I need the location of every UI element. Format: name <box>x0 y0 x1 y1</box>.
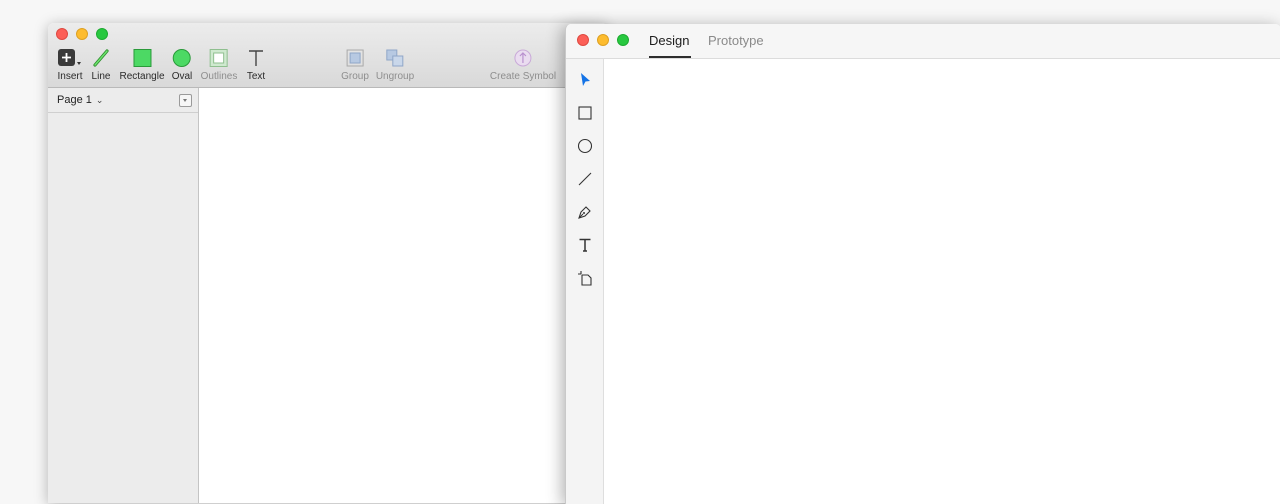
close-button[interactable] <box>577 34 589 46</box>
group-icon <box>341 47 369 69</box>
symbol-icon <box>490 47 556 69</box>
outlines-label: Outlines <box>200 71 238 82</box>
sketch-toolbar: Insert Line Rectangle Oval Outlines Text… <box>48 23 608 88</box>
chevron-down-icon: ⌄ <box>95 94 104 105</box>
oval-label: Oval <box>171 71 193 82</box>
text-tool-button[interactable] <box>575 235 595 255</box>
insert-icon <box>56 47 84 69</box>
tab-design[interactable]: Design <box>649 24 691 58</box>
sketch-canvas[interactable] <box>199 88 608 503</box>
xd-window: Design Prototype <box>565 24 1280 504</box>
tab-prototype-label: Prototype <box>708 33 764 48</box>
insert-button[interactable]: Insert <box>56 47 84 82</box>
text-label: Text <box>246 71 266 82</box>
window-controls <box>56 28 108 40</box>
zoom-button[interactable] <box>96 28 108 40</box>
zoom-button[interactable] <box>617 34 629 46</box>
close-button[interactable] <box>56 28 68 40</box>
line-tool-button[interactable]: Line <box>91 47 111 82</box>
sketch-window: Insert Line Rectangle Oval Outlines Text… <box>48 23 608 503</box>
line-icon <box>578 172 592 186</box>
line-tool-button[interactable] <box>575 169 595 189</box>
xd-titlebar: Design Prototype <box>566 24 1280 59</box>
artboard-icon <box>578 271 592 286</box>
insert-label: Insert <box>57 71 83 82</box>
minimize-button[interactable] <box>597 34 609 46</box>
pen-icon <box>578 206 591 219</box>
xd-canvas[interactable] <box>604 59 1280 504</box>
oval-icon <box>172 47 193 69</box>
rectangle-tool-button[interactable]: Rectangle <box>119 47 165 82</box>
select-tool-button[interactable] <box>575 70 595 90</box>
line-label: Line <box>91 71 111 82</box>
layers-sidebar: Page 1 ⌄ <box>48 88 199 503</box>
select-arrow-icon <box>581 73 590 86</box>
text-tool-button[interactable]: Text <box>246 47 266 82</box>
text-icon <box>579 238 591 252</box>
create-symbol-label: Create Symbol <box>489 71 557 82</box>
outlines-icon <box>201 47 238 69</box>
ungroup-button[interactable]: Ungroup <box>376 47 414 82</box>
page-label: Page 1 <box>57 94 92 106</box>
xd-toolbar <box>566 59 604 504</box>
group-button[interactable]: Group <box>341 47 369 82</box>
create-symbol-button[interactable]: Create Symbol <box>490 47 556 82</box>
text-icon <box>246 47 266 69</box>
ellipse-tool-button[interactable] <box>575 136 595 156</box>
rectangle-label: Rectangle <box>119 71 165 82</box>
tab-prototype[interactable]: Prototype <box>708 24 764 58</box>
window-controls <box>577 34 629 46</box>
rectangle-icon <box>119 47 164 69</box>
group-label: Group <box>341 71 369 82</box>
pen-tool-button[interactable] <box>575 202 595 222</box>
ellipse-icon <box>577 138 593 154</box>
artboard-tool-button[interactable] <box>575 268 595 288</box>
line-icon <box>91 47 111 69</box>
rectangle-icon <box>578 106 592 120</box>
rectangle-tool-button[interactable] <box>575 103 595 123</box>
ungroup-icon <box>376 47 414 69</box>
outlines-button[interactable]: Outlines <box>200 47 238 82</box>
collapse-pages-button[interactable] <box>179 94 192 107</box>
ungroup-label: Ungroup <box>375 71 415 82</box>
tab-design-label: Design <box>649 33 690 48</box>
oval-tool-button[interactable]: Oval <box>171 47 193 82</box>
page-selector[interactable]: Page 1 ⌄ <box>48 88 198 113</box>
minimize-button[interactable] <box>76 28 88 40</box>
